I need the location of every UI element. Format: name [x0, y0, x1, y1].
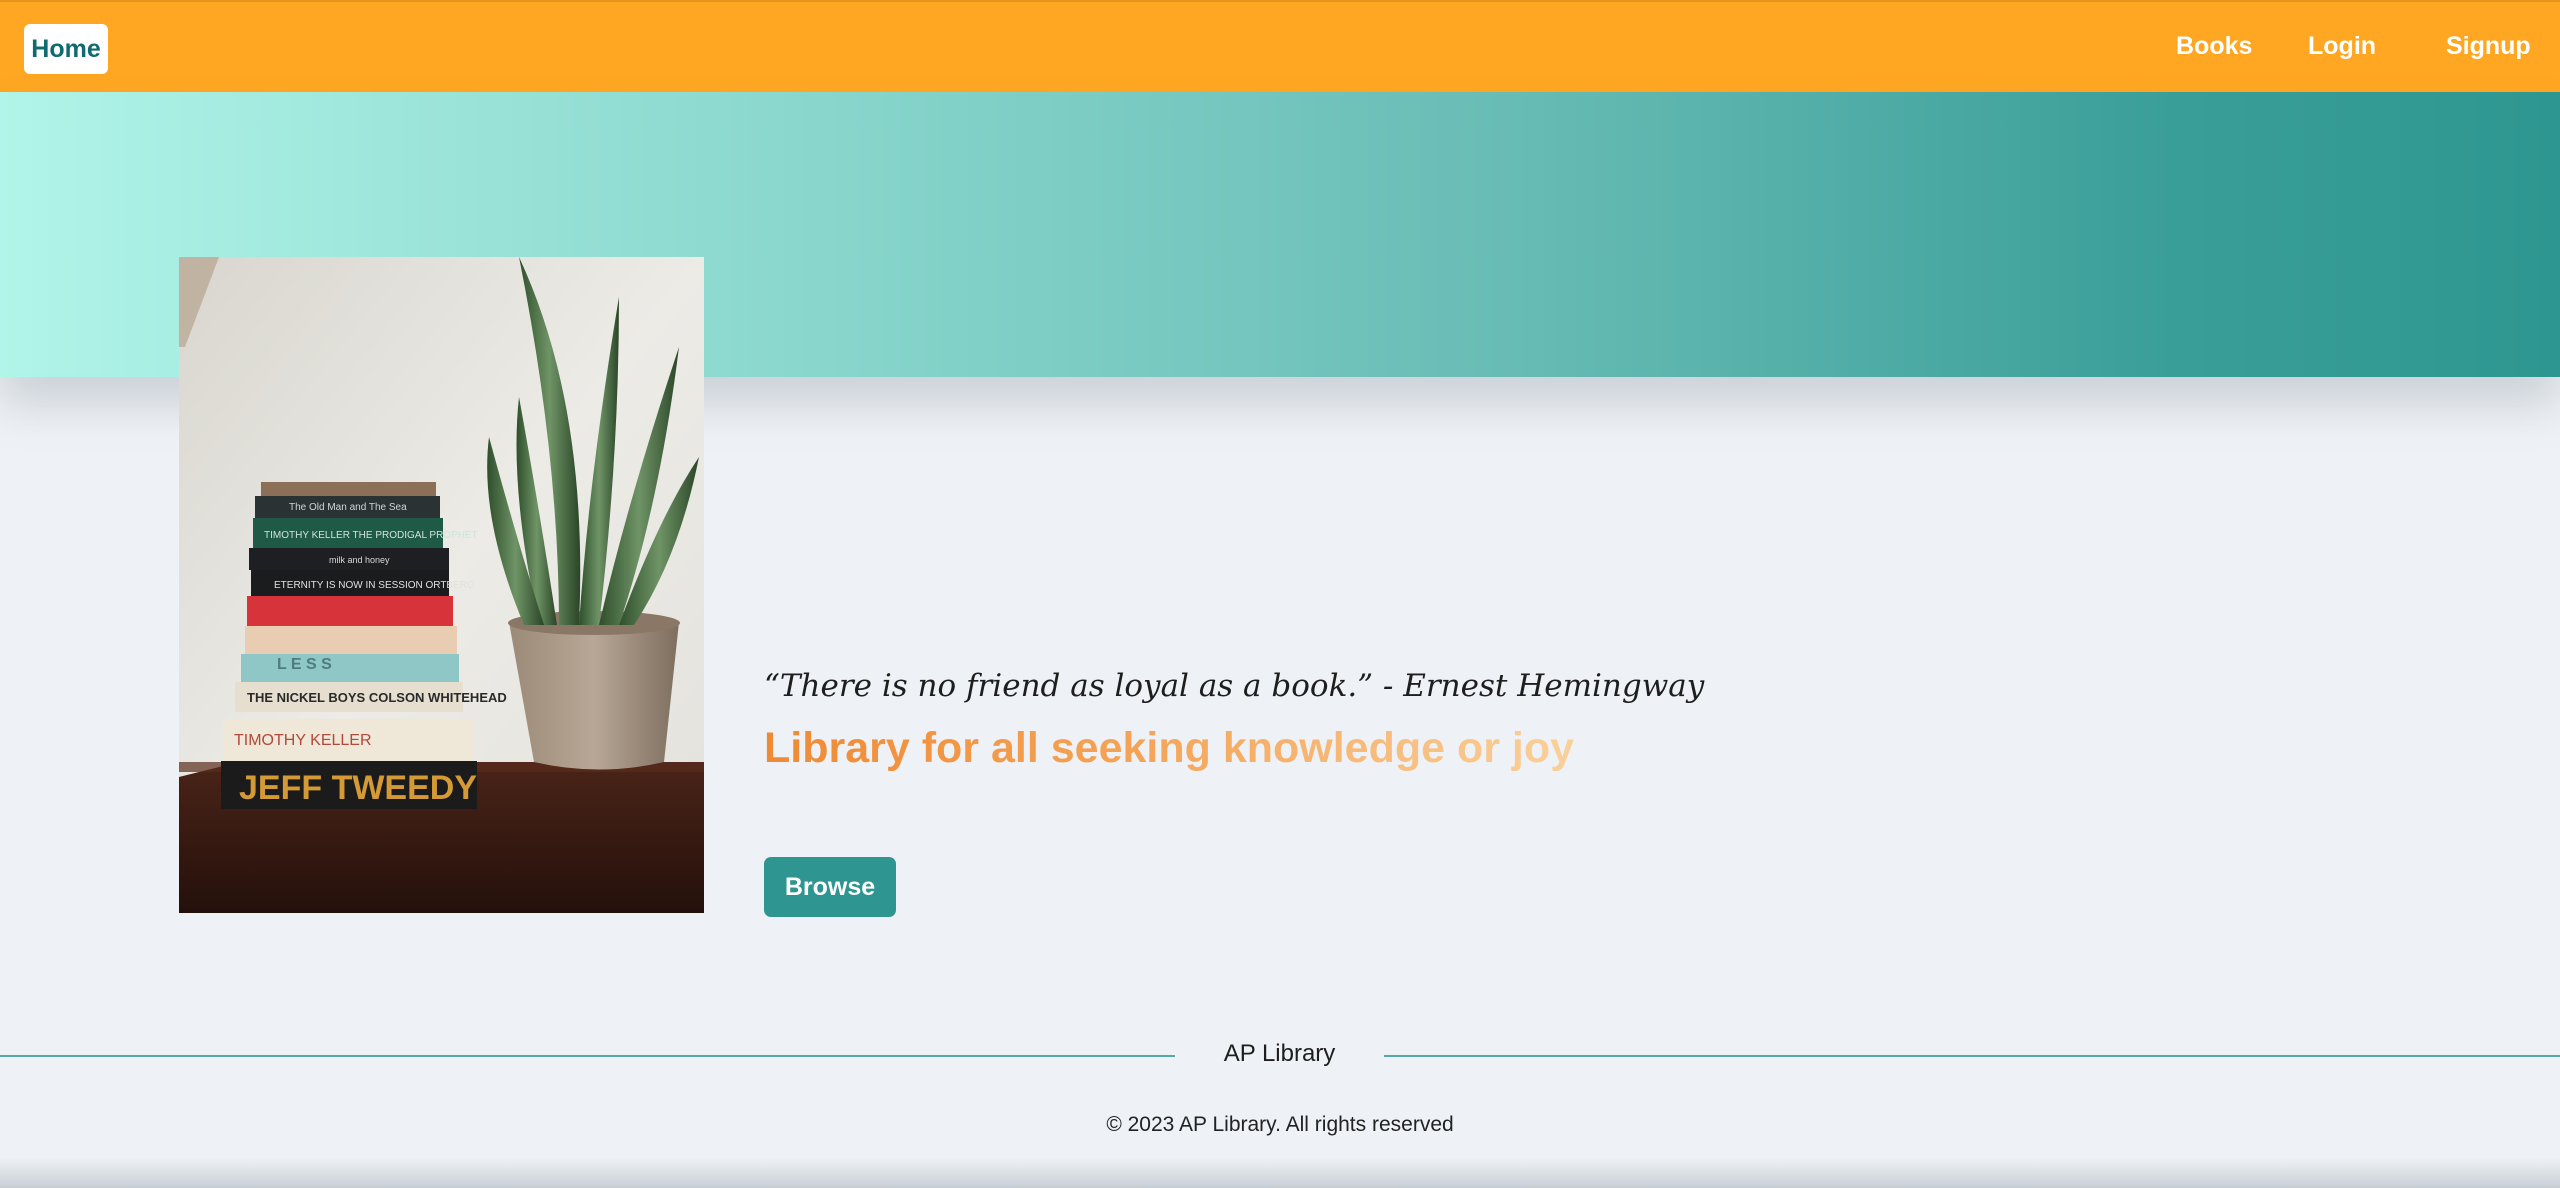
svg-text:ETERNITY IS NOW IN SESSION OR: ETERNITY IS NOW IN SESSION ORTBERG	[274, 580, 475, 591]
home-button[interactable]: Home	[24, 24, 108, 74]
nav-link-books[interactable]: Books	[2176, 32, 2252, 61]
hero-tagline: Library for all seeking knowledge or joy	[764, 724, 1575, 772]
footer-divider-right	[1384, 1055, 2560, 1057]
hero-quote: “There is no friend as loyal as a book.”…	[764, 668, 1705, 704]
svg-text:THE NICKEL BOYS COLSON WHITEH: THE NICKEL BOYS COLSON WHITEHEAD	[247, 690, 507, 705]
bottom-shadow	[0, 1158, 2560, 1188]
footer-copyright: © 2023 AP Library. All rights reserved	[1106, 1113, 1454, 1136]
browse-button[interactable]: Browse	[764, 857, 896, 917]
top-navbar: Home Books Login Signup	[0, 0, 2560, 92]
svg-text:The Old Man and The Sea: The Old Man and The Sea	[289, 502, 407, 513]
svg-text:TIMOTHY KELLER: TIMOTHY KELLER	[234, 732, 372, 749]
svg-text:JEFF TWEEDY: JEFF TWEEDY	[239, 769, 477, 807]
nav-link-signup[interactable]: Signup	[2446, 32, 2531, 61]
svg-text:TIMOTHY KELLER THE PRODIGAL: TIMOTHY KELLER THE PRODIGAL PROPHET	[264, 530, 478, 541]
svg-text:milk and honey: milk and honey	[329, 555, 390, 565]
nav-link-login[interactable]: Login	[2308, 32, 2376, 61]
footer-brand: AP Library	[1223, 1040, 1336, 1067]
bookstack-photo: The Old Man and The Sea TIMOTHY KELLER T…	[179, 257, 704, 913]
footer-divider-left	[0, 1055, 1175, 1057]
svg-text:L E S S: L E S S	[277, 656, 332, 673]
